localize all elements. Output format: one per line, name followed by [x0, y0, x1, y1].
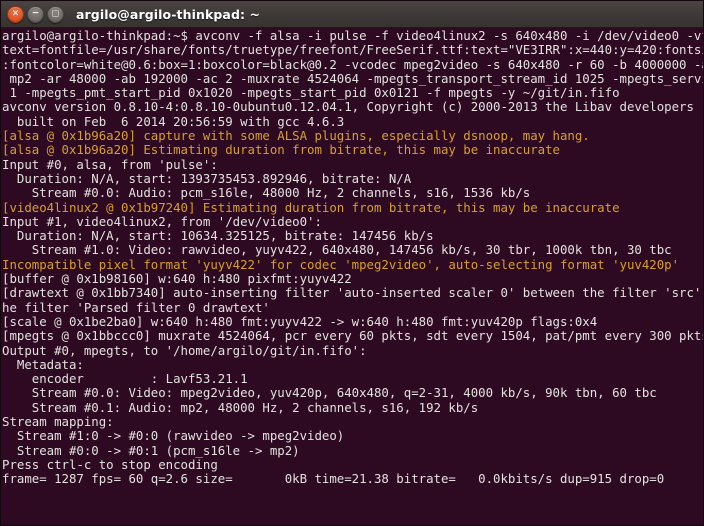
terminal-line: 1 -mpegts_pmt_start_pid 0x1020 -mpegts_s…: [2, 86, 620, 101]
window-controls: × − □: [7, 5, 64, 23]
terminal-line: :fontcolor=white@0.6:box=1:boxcolor=blac…: [2, 57, 703, 72]
terminal-line: he filter 'Parsed filter 0 drawtext': [2, 300, 270, 315]
close-button[interactable]: ×: [7, 5, 24, 23]
terminal-line: Incompatible pixel format 'yuyv422' for …: [2, 257, 680, 272]
minimize-button[interactable]: −: [27, 5, 44, 23]
terminal-line: Stream #1:0 -> #0:0 (rawvideo -> mpeg2vi…: [2, 429, 345, 444]
terminal-line: Stream #1.0: Video: rawvideo, yuyv422, 6…: [2, 243, 672, 258]
maximize-icon: □: [51, 8, 60, 18]
title-bar[interactable]: × − □ argilo@argilo-thinkpad: ~: [1, 1, 703, 28]
terminal-line: Output #0, mpegts, to '/home/argilo/git/…: [2, 343, 367, 358]
terminal-line: [alsa @ 0x1b96a20] Estimating duration f…: [2, 143, 560, 158]
terminal-line: [video4linux2 @ 0x1b97240] Estimating du…: [2, 200, 620, 215]
terminal-line: [buffer @ 0x1b98160] w:640 h:480 pixfmt:…: [2, 272, 352, 287]
maximize-button[interactable]: □: [47, 5, 64, 23]
minimize-icon: −: [31, 8, 40, 18]
close-icon: ×: [11, 8, 20, 18]
terminal-line: Press ctrl-c to stop encoding: [2, 457, 218, 472]
terminal-line: frame= 1287 fps= 60 q=2.6 size= 0kB time…: [2, 472, 665, 487]
terminal-line: Input #1, video4linux2, from '/dev/video…: [2, 214, 322, 229]
terminal-line: Duration: N/A, start: 10634.325125, bitr…: [2, 229, 434, 244]
terminal-line: [mpegts @ 0x1bbccc0] muxrate 4524064, pc…: [2, 329, 703, 344]
terminal-line: Stream #0.1: Audio: mp2, 48000 Hz, 2 cha…: [2, 400, 479, 415]
terminal-output: argilo@argilo-thinkpad:~$ avconv -f alsa…: [2, 29, 703, 487]
terminal-line: mp2 -ar 48000 -ab 192000 -ac 2 -muxrate …: [2, 71, 703, 86]
terminal-line: encoder : Lavf53.21.1: [2, 372, 248, 387]
terminal-window: × − □ argilo@argilo-thinkpad: ~ argilo@a…: [0, 0, 704, 526]
terminal-line: Metadata:: [2, 357, 84, 372]
terminal-screen[interactable]: argilo@argilo-thinkpad:~$ avconv -f alsa…: [1, 28, 703, 525]
terminal-line: [scale @ 0x1be2ba0] w:640 h:480 fmt:yuyv…: [2, 314, 598, 329]
terminal-line: [drawtext @ 0x1bb7340] auto-inserting fi…: [2, 286, 703, 301]
terminal-line: Stream mapping:: [2, 415, 114, 430]
window-title: argilo@argilo-thinkpad: ~: [76, 6, 261, 22]
terminal-line: Input #0, alsa, from 'pulse':: [2, 157, 218, 172]
terminal-line: argilo@argilo-thinkpad:~$ avconv -f alsa…: [2, 29, 703, 43]
terminal-line: Stream #0.0: Video: mpeg2video, yuv420p,…: [2, 386, 657, 401]
terminal-line: avconv version 0.8.10-4:0.8.10-0ubuntu0.…: [2, 100, 694, 115]
terminal-line: text=fontfile=/usr/share/fonts/truetype/…: [2, 43, 703, 58]
terminal-line: Duration: N/A, start: 1393735453.892946,…: [2, 171, 412, 186]
terminal-line: [alsa @ 0x1b96a20] capture with some ALS…: [2, 129, 590, 144]
terminal-line: Stream #0.0: Audio: pcm_s16le, 48000 Hz,…: [2, 186, 531, 201]
terminal-line: built on Feb 6 2014 20:56:59 with gcc 4.…: [2, 114, 345, 129]
terminal-line: Stream #0:0 -> #0:1 (pcm_s16le -> mp2): [2, 443, 300, 458]
